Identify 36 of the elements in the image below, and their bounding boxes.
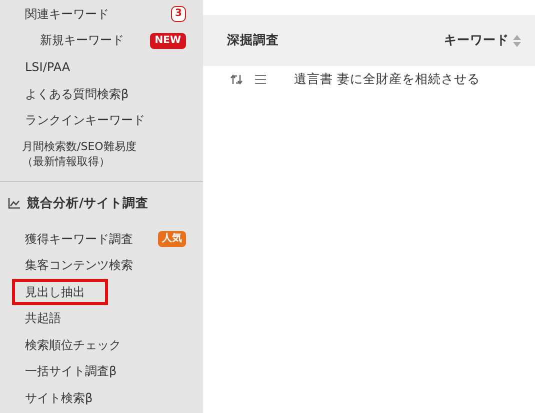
item-label: 一括サイト調査β (25, 363, 117, 380)
sidebar-item[interactable]: 月間検索数/SEO難易度 (22, 138, 136, 154)
sidebar-item[interactable]: 一括サイト調査β (12, 358, 189, 385)
sidebar-item[interactable]: 共起語 (12, 305, 189, 332)
item-label: 関連キーワード (25, 6, 109, 23)
repeat-icon[interactable] (230, 74, 243, 84)
sidebar-item[interactable]: 集客コンテンツ検索 (12, 252, 189, 280)
sidebar-item[interactable]: LSI/PAA (12, 54, 189, 81)
section-title: 競合分析/サイト調査 (27, 195, 149, 212)
item-label: サイト検索β (25, 390, 93, 407)
item-label: 検索順位チェック (25, 336, 121, 354)
column-header: 深掘調査 (227, 32, 279, 49)
sidebar-item[interactable]: 関連キーワード 3 (12, 1, 189, 28)
line-chart-icon (8, 198, 20, 210)
sidebar-item[interactable]: サイト検索β (12, 384, 189, 412)
sidebar-item[interactable]: 獲得キーワード調査 人気 (12, 226, 189, 253)
sidebar-item[interactable]: 見出し抽出 (12, 279, 108, 306)
sidebar-item[interactable]: ランクインキーワード (12, 107, 189, 134)
item-label: LSI/PAA (25, 60, 70, 74)
item-label: 獲得キーワード調査 (25, 230, 133, 248)
item-label: 見出し抽出 (25, 284, 85, 301)
item-label: よくある質問検索β (25, 86, 129, 103)
item-label: 共起語 (25, 310, 61, 327)
item-label: 集客コンテンツ検索 (25, 257, 133, 274)
table-cell: 遺言書 妻に全財産を相続させる (294, 70, 480, 88)
sidebar-item[interactable]: よくある質問検索β (12, 80, 189, 108)
item-label: 新規キーワード (40, 32, 124, 50)
column-header[interactable]: キーワード (444, 32, 509, 49)
menu-icon[interactable] (255, 74, 266, 84)
badge: NEW (150, 32, 186, 49)
badge: 人気 (158, 231, 186, 248)
sidebar-item[interactable]: （最新情報取得） (22, 154, 110, 169)
sidebar-item[interactable]: 検索順位チェック (12, 332, 189, 358)
sidebar-item[interactable]: 新規キーワード NEW (12, 28, 189, 54)
badge: 3 (171, 6, 186, 22)
item-label: ランクインキーワード (25, 112, 145, 130)
